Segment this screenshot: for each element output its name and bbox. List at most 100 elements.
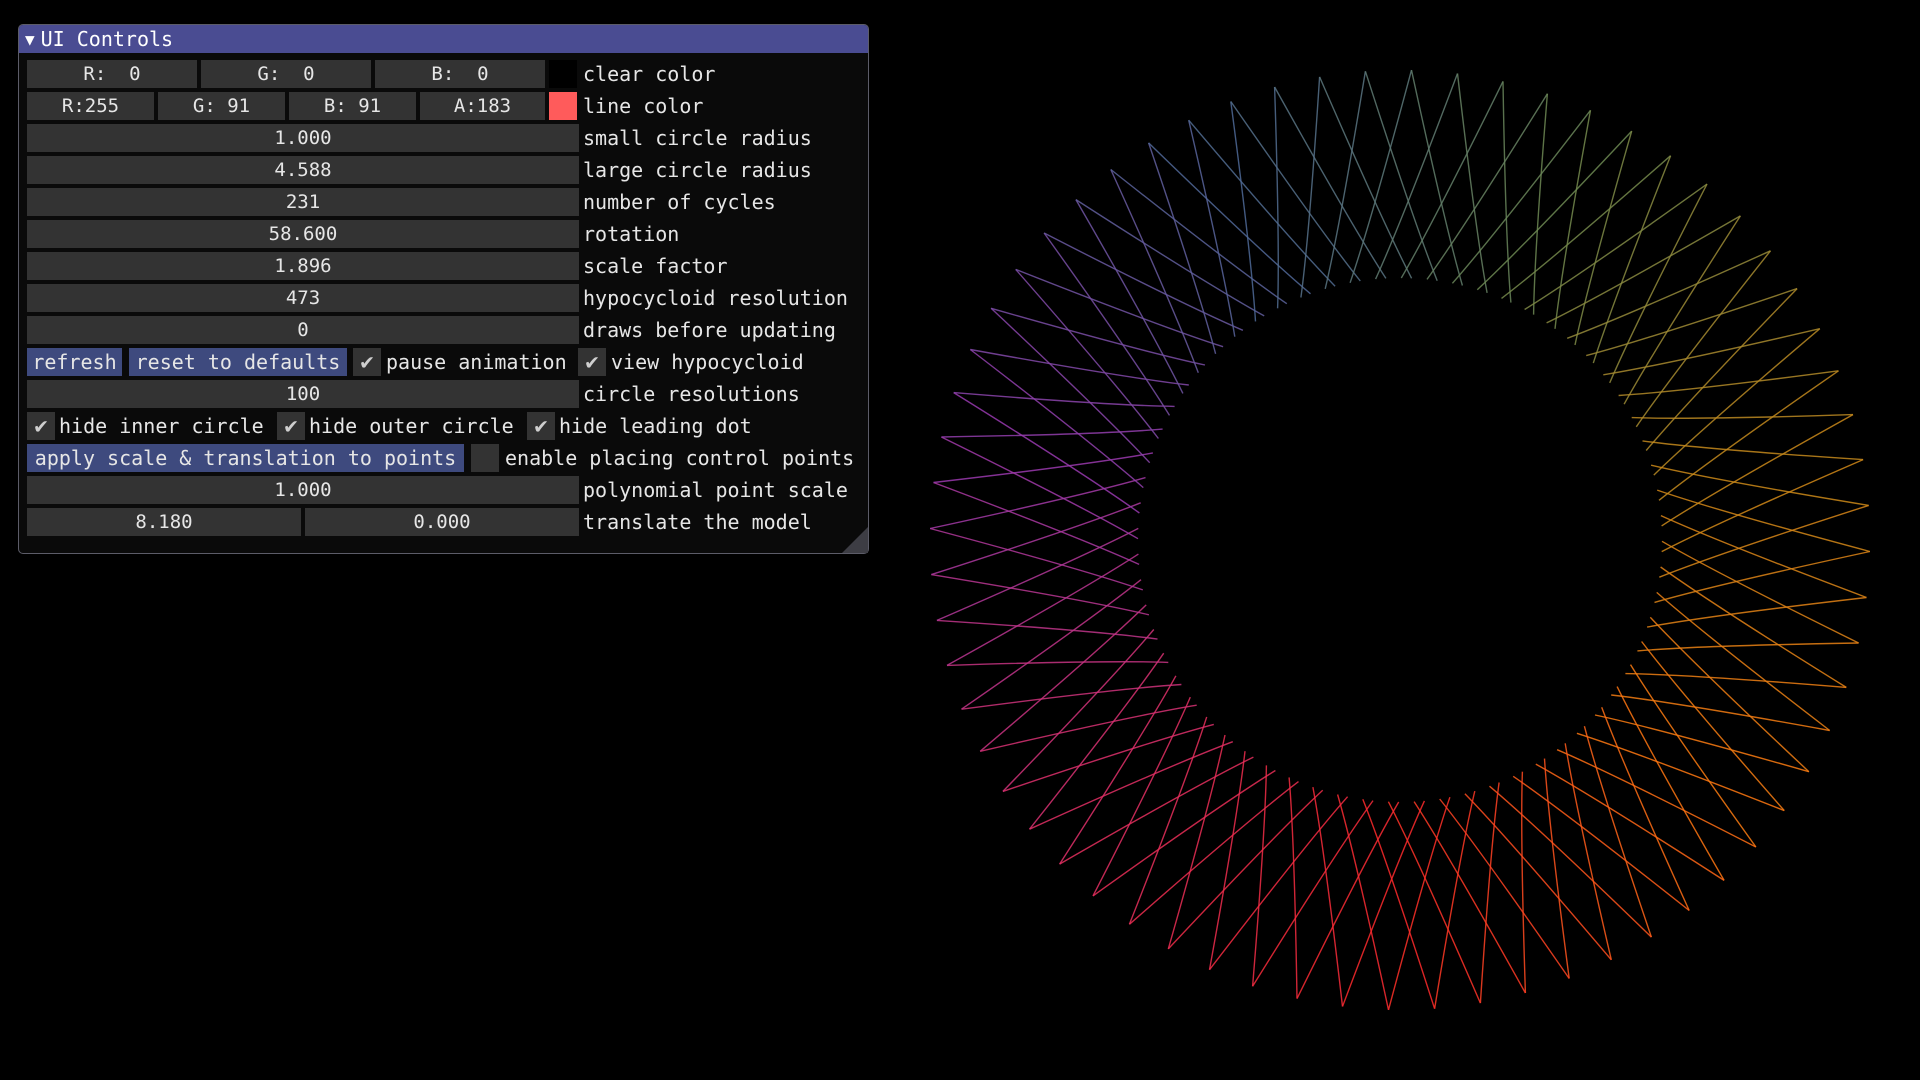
hypocycloid-arc (1625, 672, 1847, 689)
hide-leading-dot-checkbox[interactable]: ✔ (527, 412, 555, 440)
hypocycloid-arc (1188, 120, 1236, 337)
hypocycloid-arc (1230, 101, 1257, 322)
hypocycloid-arc (1413, 801, 1527, 994)
hypocycloid-arc (1029, 741, 1234, 830)
line-color-g-field[interactable]: G: 91 (158, 92, 285, 120)
line-color-label: line color (583, 94, 704, 118)
clear-color-r-field[interactable]: R: 0 (27, 60, 197, 88)
collapse-triangle-icon[interactable]: ▼ (25, 30, 35, 49)
hypocycloid-arc (946, 661, 1169, 667)
hypocycloid-arc (1167, 734, 1226, 950)
circle-resolutions-label: circle resolutions (583, 382, 800, 406)
hypocycloid-arc (1374, 73, 1459, 280)
checkmark-icon: ✔ (360, 349, 374, 375)
hypocycloid-arc (990, 307, 1206, 366)
hypocycloid-arc (1660, 514, 1867, 599)
hypocycloid-arc (1594, 714, 1810, 773)
pause-animation-label: pause animation (386, 350, 567, 374)
view-hypocycloid-checkbox[interactable]: ✔ (578, 348, 606, 376)
hypocycloid-arc (1273, 86, 1279, 309)
hypocycloid-arc (1601, 706, 1690, 911)
hypocycloid-arc (1128, 781, 1299, 925)
line-color-r-field[interactable]: R:255 (27, 92, 154, 120)
translate-y-field[interactable]: 0.000 (305, 508, 579, 536)
line-color-b-field[interactable]: B: 91 (289, 92, 416, 120)
hide-leading-dot-label: hide leading dot (559, 414, 752, 438)
hypocycloid-arc (1426, 93, 1548, 280)
rotation-label: rotation (583, 222, 680, 246)
circle-resolutions-slider[interactable]: 100 (27, 380, 579, 408)
hypocycloid-arc (1631, 413, 1854, 419)
number-of-cycles-slider[interactable]: 231 (27, 188, 579, 216)
hypocycloid-arc (1592, 155, 1672, 364)
hypocycloid-arc (1251, 765, 1268, 987)
hypocycloid-arc (933, 481, 1140, 566)
scale-factor-slider[interactable]: 1.896 (27, 252, 579, 280)
hypocycloid-arc (970, 348, 1189, 386)
hypocycloid-arc (1611, 694, 1830, 732)
hypocycloid-arc (1661, 413, 1854, 527)
line-color-a-field[interactable]: A:183 (420, 92, 545, 120)
hypocycloid-arc (1574, 130, 1633, 346)
window-titlebar[interactable]: ▼ UI Controls (19, 25, 868, 53)
scale-factor-label: scale factor (583, 254, 728, 278)
hypocycloid-arc (1603, 328, 1820, 376)
translate-x-field[interactable]: 8.180 (27, 508, 301, 536)
hypocycloid-arc (1642, 440, 1864, 461)
hypocycloid-arc (1028, 652, 1165, 830)
large-circle-radius-label: large circle radius (583, 158, 812, 182)
clear-color-g-field[interactable]: G: 0 (201, 60, 371, 88)
clear-color-b-field[interactable]: B: 0 (375, 60, 545, 88)
hypocycloid-arc (953, 392, 1140, 514)
hypocycloid-arc (946, 553, 1139, 667)
clear-color-swatch[interactable] (549, 60, 577, 88)
hypocycloid-arc (1618, 370, 1839, 397)
reset-to-defaults-button[interactable]: reset to defaults (129, 348, 347, 376)
hide-inner-circle-checkbox[interactable]: ✔ (27, 412, 55, 440)
hypocycloid-arc (1059, 675, 1177, 865)
enable-control-points-checkbox[interactable] (471, 444, 499, 472)
hypocycloid-arc (936, 619, 1158, 640)
hypocycloid-arc (1576, 732, 1785, 812)
hypocycloid-arc (941, 428, 1163, 438)
polynomial-point-scale-slider[interactable]: 1.000 (27, 476, 579, 504)
hypocycloid-arc (1641, 641, 1785, 812)
hypocycloid-arc (1501, 155, 1672, 299)
hypocycloid-arc (1566, 250, 1771, 339)
hypocycloid-arc (1043, 232, 1244, 331)
hypocycloid-arc (1656, 489, 1871, 553)
checkmark-icon: ✔ (34, 413, 48, 439)
hypocycloid-arc (1288, 777, 1298, 999)
hypocycloid-arc (1075, 199, 1265, 317)
ui-controls-window: ▼ UI Controls R: 0 G: 0 B: 0 clear color… (18, 24, 869, 554)
draws-before-updating-slider[interactable]: 0 (27, 316, 579, 344)
small-circle-radius-slider[interactable]: 1.000 (27, 124, 579, 152)
line-color-swatch[interactable] (549, 92, 577, 120)
hypocycloid-resolution-slider[interactable]: 473 (27, 284, 579, 312)
hypocycloid-arc (1092, 696, 1191, 897)
translate-model-label: translate the model (583, 510, 812, 534)
large-circle-radius-slider[interactable]: 4.588 (27, 156, 579, 184)
hide-outer-circle-checkbox[interactable]: ✔ (277, 412, 305, 440)
refresh-button[interactable]: refresh (27, 348, 122, 376)
hypocycloid-arc (1660, 566, 1847, 688)
hypocycloid-arc (1532, 93, 1549, 315)
hypocycloid-arc (961, 683, 1182, 710)
hypocycloid-arc (1128, 716, 1208, 925)
hypocycloid-arc (1341, 800, 1426, 1007)
pause-animation-checkbox[interactable]: ✔ (353, 348, 381, 376)
hypocycloid-arc (931, 502, 1141, 576)
enable-control-points-label: enable placing control points (505, 446, 855, 470)
hypocycloid-arc (1535, 763, 1725, 881)
hypocycloid-arc (1659, 504, 1869, 578)
rotation-slider[interactable]: 58.600 (27, 220, 579, 248)
hypocycloid-arc (1521, 771, 1527, 994)
apply-scale-translation-button[interactable]: apply scale & translation to points (27, 444, 464, 472)
small-circle-radius-label: small circle radius (583, 126, 812, 150)
hypocycloid-arc (1362, 799, 1436, 1009)
checkmark-icon: ✔ (585, 349, 599, 375)
hypocycloid-resolution-label: hypocycloid resolution (583, 286, 848, 310)
hypocycloid-arc (1273, 86, 1387, 279)
hypocycloid-arc (1564, 743, 1612, 960)
resize-grip-icon[interactable] (842, 527, 868, 553)
